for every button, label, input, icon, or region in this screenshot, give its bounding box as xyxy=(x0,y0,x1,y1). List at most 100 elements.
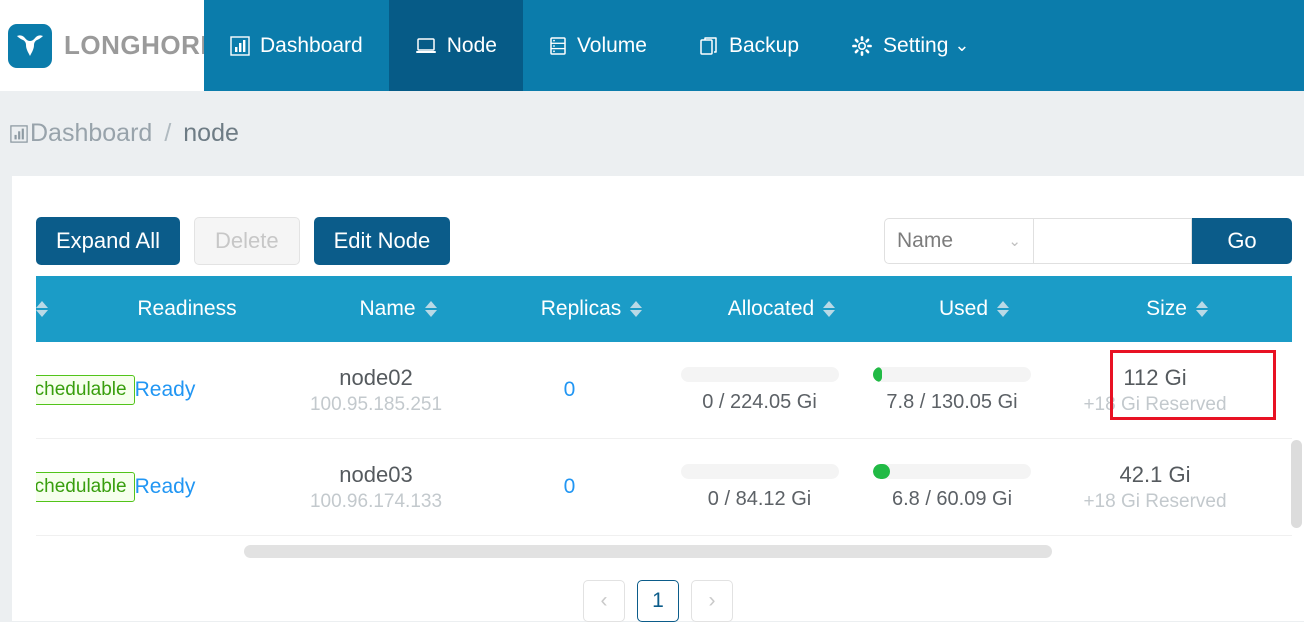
table-header-row: Readiness Name Replicas Allocated Used S… xyxy=(36,276,1292,342)
replicas-count[interactable]: 0 xyxy=(564,378,576,402)
table-horizontal-scrollbar-track[interactable] xyxy=(36,542,1292,560)
pagination-page-1[interactable]: 1 xyxy=(637,580,679,622)
cell-readiness: Ready xyxy=(50,378,280,402)
column-header-readiness-label: Readiness xyxy=(137,297,236,321)
delete-button[interactable]: Delete xyxy=(194,217,300,265)
edit-node-button[interactable]: Edit Node xyxy=(314,217,451,265)
sort-icon[interactable] xyxy=(1196,301,1208,317)
cell-schedulable: Schedulable xyxy=(36,375,50,405)
column-header-used-label: Used xyxy=(939,297,988,321)
cell-name: node02 100.95.185.251 xyxy=(280,365,472,416)
allocated-progress-bar xyxy=(681,367,839,382)
allocated-label: 0 / 224.05 Gi xyxy=(702,391,817,414)
nav-item-dashboard-label: Dashboard xyxy=(260,34,363,58)
node-table: Readiness Name Replicas Allocated Used S… xyxy=(36,276,1292,560)
column-header-size[interactable]: Size xyxy=(1074,297,1280,321)
search-go-button[interactable]: Go xyxy=(1192,218,1292,264)
expand-all-button[interactable]: Expand All xyxy=(36,217,180,265)
column-header-used[interactable]: Used xyxy=(874,297,1074,321)
gear-icon xyxy=(851,35,873,57)
sort-icon[interactable] xyxy=(36,301,48,317)
cell-replicas: 0 xyxy=(472,475,667,499)
column-header-name-label: Name xyxy=(359,297,415,321)
pagination-prev-button[interactable]: ‹ xyxy=(583,580,625,622)
search-field-select-value: Name xyxy=(897,229,953,253)
cell-schedulable: Schedulable xyxy=(36,472,50,502)
node-name: node02 xyxy=(339,365,412,391)
column-header-replicas-label: Replicas xyxy=(541,297,622,321)
node-ip: 100.96.174.133 xyxy=(310,491,442,513)
table-row[interactable]: Schedulable Ready node02 100.95.185.251 … xyxy=(36,342,1292,439)
replicas-count[interactable]: 0 xyxy=(564,475,576,499)
nav-item-node-label: Node xyxy=(447,34,497,58)
column-header-schedulable[interactable] xyxy=(36,301,72,317)
column-header-readiness: Readiness xyxy=(72,297,302,321)
allocated-label: 0 / 84.12 Gi xyxy=(708,488,811,511)
chevron-down-icon: ⌄ xyxy=(1008,232,1021,250)
size-reserved: +18 Gi Reserved xyxy=(1083,491,1226,513)
table-vertical-scrollbar[interactable] xyxy=(1291,440,1302,528)
copy-icon xyxy=(699,36,719,56)
longhorn-bull-icon xyxy=(8,24,52,68)
nav-item-volume-label: Volume xyxy=(577,34,647,58)
brand-name: LONGHORN xyxy=(64,30,220,61)
nav-items: Dashboard Node xyxy=(204,0,1304,91)
cell-allocated: 0 / 224.05 Gi xyxy=(667,367,852,414)
nav-item-setting[interactable]: Setting ⌄ xyxy=(825,0,995,91)
node-name: node03 xyxy=(339,462,412,488)
readiness-link[interactable]: Ready xyxy=(135,475,196,499)
nav-item-volume[interactable]: Volume xyxy=(523,0,673,91)
sort-icon[interactable] xyxy=(823,301,835,317)
breadcrumb: Dashboard / node xyxy=(0,91,1304,176)
size-value: 42.1 Gi xyxy=(1120,462,1191,488)
nav-item-dashboard[interactable]: Dashboard xyxy=(204,0,389,91)
breadcrumb-separator: / xyxy=(164,119,171,148)
column-header-allocated-label: Allocated xyxy=(728,297,814,321)
pagination: ‹ 1 › xyxy=(12,580,1304,622)
size-reserved: +18 Gi Reserved xyxy=(1083,394,1226,416)
search-field-select[interactable]: Name ⌄ xyxy=(884,218,1034,264)
database-icon xyxy=(549,36,567,56)
chart-bar-icon xyxy=(230,36,250,56)
cell-size: 42.1 Gi +18 Gi Reserved xyxy=(1052,462,1258,513)
cell-used: 6.8 / 60.09 Gi xyxy=(852,464,1052,511)
table-toolbar: Expand All Delete Edit Node Name ⌄ Go xyxy=(12,176,1304,276)
pagination-next-button[interactable]: › xyxy=(691,580,733,622)
sort-icon[interactable] xyxy=(630,301,642,317)
node-ip: 100.95.185.251 xyxy=(310,394,442,416)
cell-size: 112 Gi +18 Gi Reserved xyxy=(1052,365,1258,416)
used-label: 7.8 / 130.05 Gi xyxy=(886,391,1017,414)
column-header-replicas[interactable]: Replicas xyxy=(494,297,689,321)
cell-used: 7.8 / 130.05 Gi xyxy=(852,367,1052,414)
used-progress-bar xyxy=(873,367,1031,382)
cell-replicas: 0 xyxy=(472,378,667,402)
size-value: 112 Gi xyxy=(1123,365,1186,391)
node-list-card: Expand All Delete Edit Node Name ⌄ Go Re… xyxy=(12,176,1304,621)
cell-name: node03 100.96.174.133 xyxy=(280,462,472,513)
nav-item-setting-label: Setting xyxy=(883,34,948,58)
used-label: 6.8 / 60.09 Gi xyxy=(892,488,1012,511)
brand-logo-area[interactable]: LONGHORN xyxy=(0,0,204,91)
sort-icon[interactable] xyxy=(425,301,437,317)
breadcrumb-current-node: node xyxy=(183,119,239,148)
table-body: Schedulable Ready node02 100.95.185.251 … xyxy=(36,342,1292,536)
cell-readiness: Ready xyxy=(50,475,280,499)
table-horizontal-scrollbar-thumb[interactable] xyxy=(244,545,1052,558)
laptop-icon xyxy=(415,36,437,56)
column-header-name[interactable]: Name xyxy=(302,297,494,321)
allocated-progress-bar xyxy=(681,464,839,479)
nav-item-backup-label: Backup xyxy=(729,34,799,58)
search-input[interactable] xyxy=(1034,218,1192,264)
column-header-size-label: Size xyxy=(1146,297,1187,321)
top-navigation-bar: LONGHORN Dashboard Node xyxy=(0,0,1304,91)
nav-item-backup[interactable]: Backup xyxy=(673,0,825,91)
sort-icon[interactable] xyxy=(997,301,1009,317)
column-header-allocated[interactable]: Allocated xyxy=(689,297,874,321)
readiness-link[interactable]: Ready xyxy=(135,378,196,402)
table-row[interactable]: Schedulable Ready node03 100.96.174.133 … xyxy=(36,439,1292,536)
chart-bar-icon xyxy=(10,125,28,143)
cell-allocated: 0 / 84.12 Gi xyxy=(667,464,852,511)
used-progress-bar xyxy=(873,464,1031,479)
breadcrumb-link-dashboard[interactable]: Dashboard xyxy=(30,119,152,148)
nav-item-node[interactable]: Node xyxy=(389,0,523,91)
